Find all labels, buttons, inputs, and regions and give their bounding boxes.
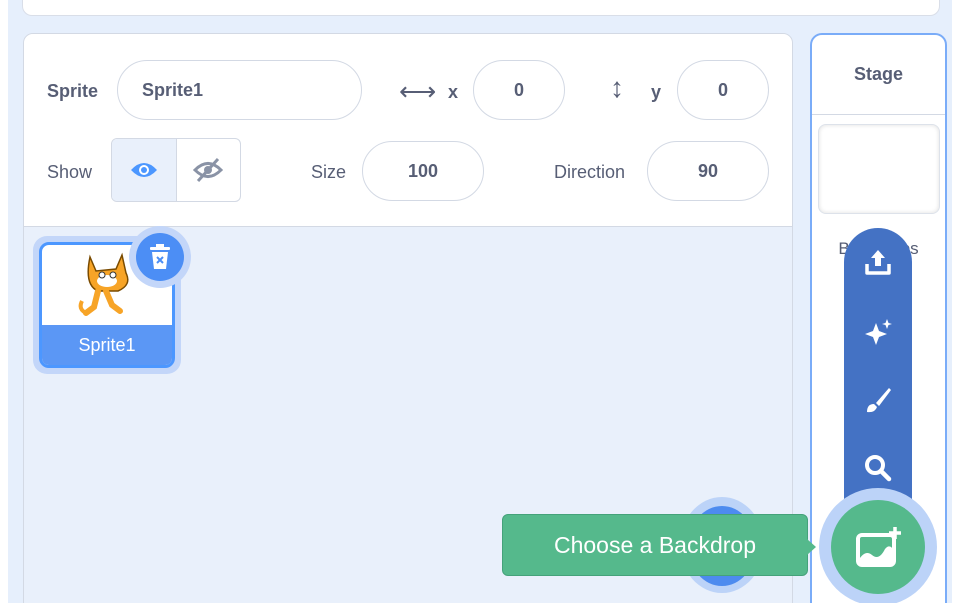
paint-button[interactable] — [844, 380, 912, 420]
eye-hidden-icon — [193, 157, 224, 183]
sprite-name-input[interactable]: Sprite1 — [117, 60, 362, 120]
paint-icon — [867, 388, 891, 413]
search-button[interactable] — [844, 448, 912, 488]
backdrop-menu — [844, 228, 912, 528]
hide-button[interactable] — [177, 139, 241, 201]
direction-label: Direction — [554, 162, 626, 182]
size-label: Size — [311, 162, 347, 182]
eye-icon — [130, 163, 157, 177]
stage-thumbnail[interactable] — [817, 124, 940, 214]
top-panel — [22, 0, 940, 16]
y-arrows-icon: ↕ — [610, 72, 624, 103]
surprise-icon — [865, 319, 892, 345]
upload-backdrop-button[interactable] — [844, 242, 912, 282]
search-icon — [865, 455, 892, 482]
x-arrows-icon: ⟷ — [399, 76, 437, 106]
show-label: Show — [47, 162, 93, 182]
choose-backdrop-button[interactable] — [831, 500, 925, 594]
show-button[interactable] — [112, 139, 177, 201]
size-input[interactable]: 100 — [362, 141, 484, 201]
add-backdrop-icon — [856, 527, 901, 567]
stage-title: Stage — [812, 35, 945, 115]
x-label: x — [448, 82, 459, 102]
y-label: y — [651, 82, 662, 102]
surprise-button[interactable] — [844, 312, 912, 352]
visibility-toggle — [111, 138, 241, 202]
choose-backdrop-tooltip: Choose a Backdrop — [502, 514, 816, 576]
x-input[interactable]: 0 — [473, 60, 565, 120]
upload-icon — [865, 250, 891, 275]
y-input[interactable]: 0 — [677, 60, 769, 120]
delete-sprite-button[interactable] — [129, 226, 191, 288]
bottom-edge — [0, 603, 960, 613]
direction-input[interactable]: 90 — [647, 141, 769, 201]
sprite-tile-name: Sprite1 — [42, 325, 172, 365]
sprite-info: Sprite Sprite1 ⟷ x 0 ↕ y 0 Show Size 100… — [24, 34, 792, 227]
sprite-label: Sprite — [47, 81, 99, 101]
trash-icon — [150, 244, 170, 269]
